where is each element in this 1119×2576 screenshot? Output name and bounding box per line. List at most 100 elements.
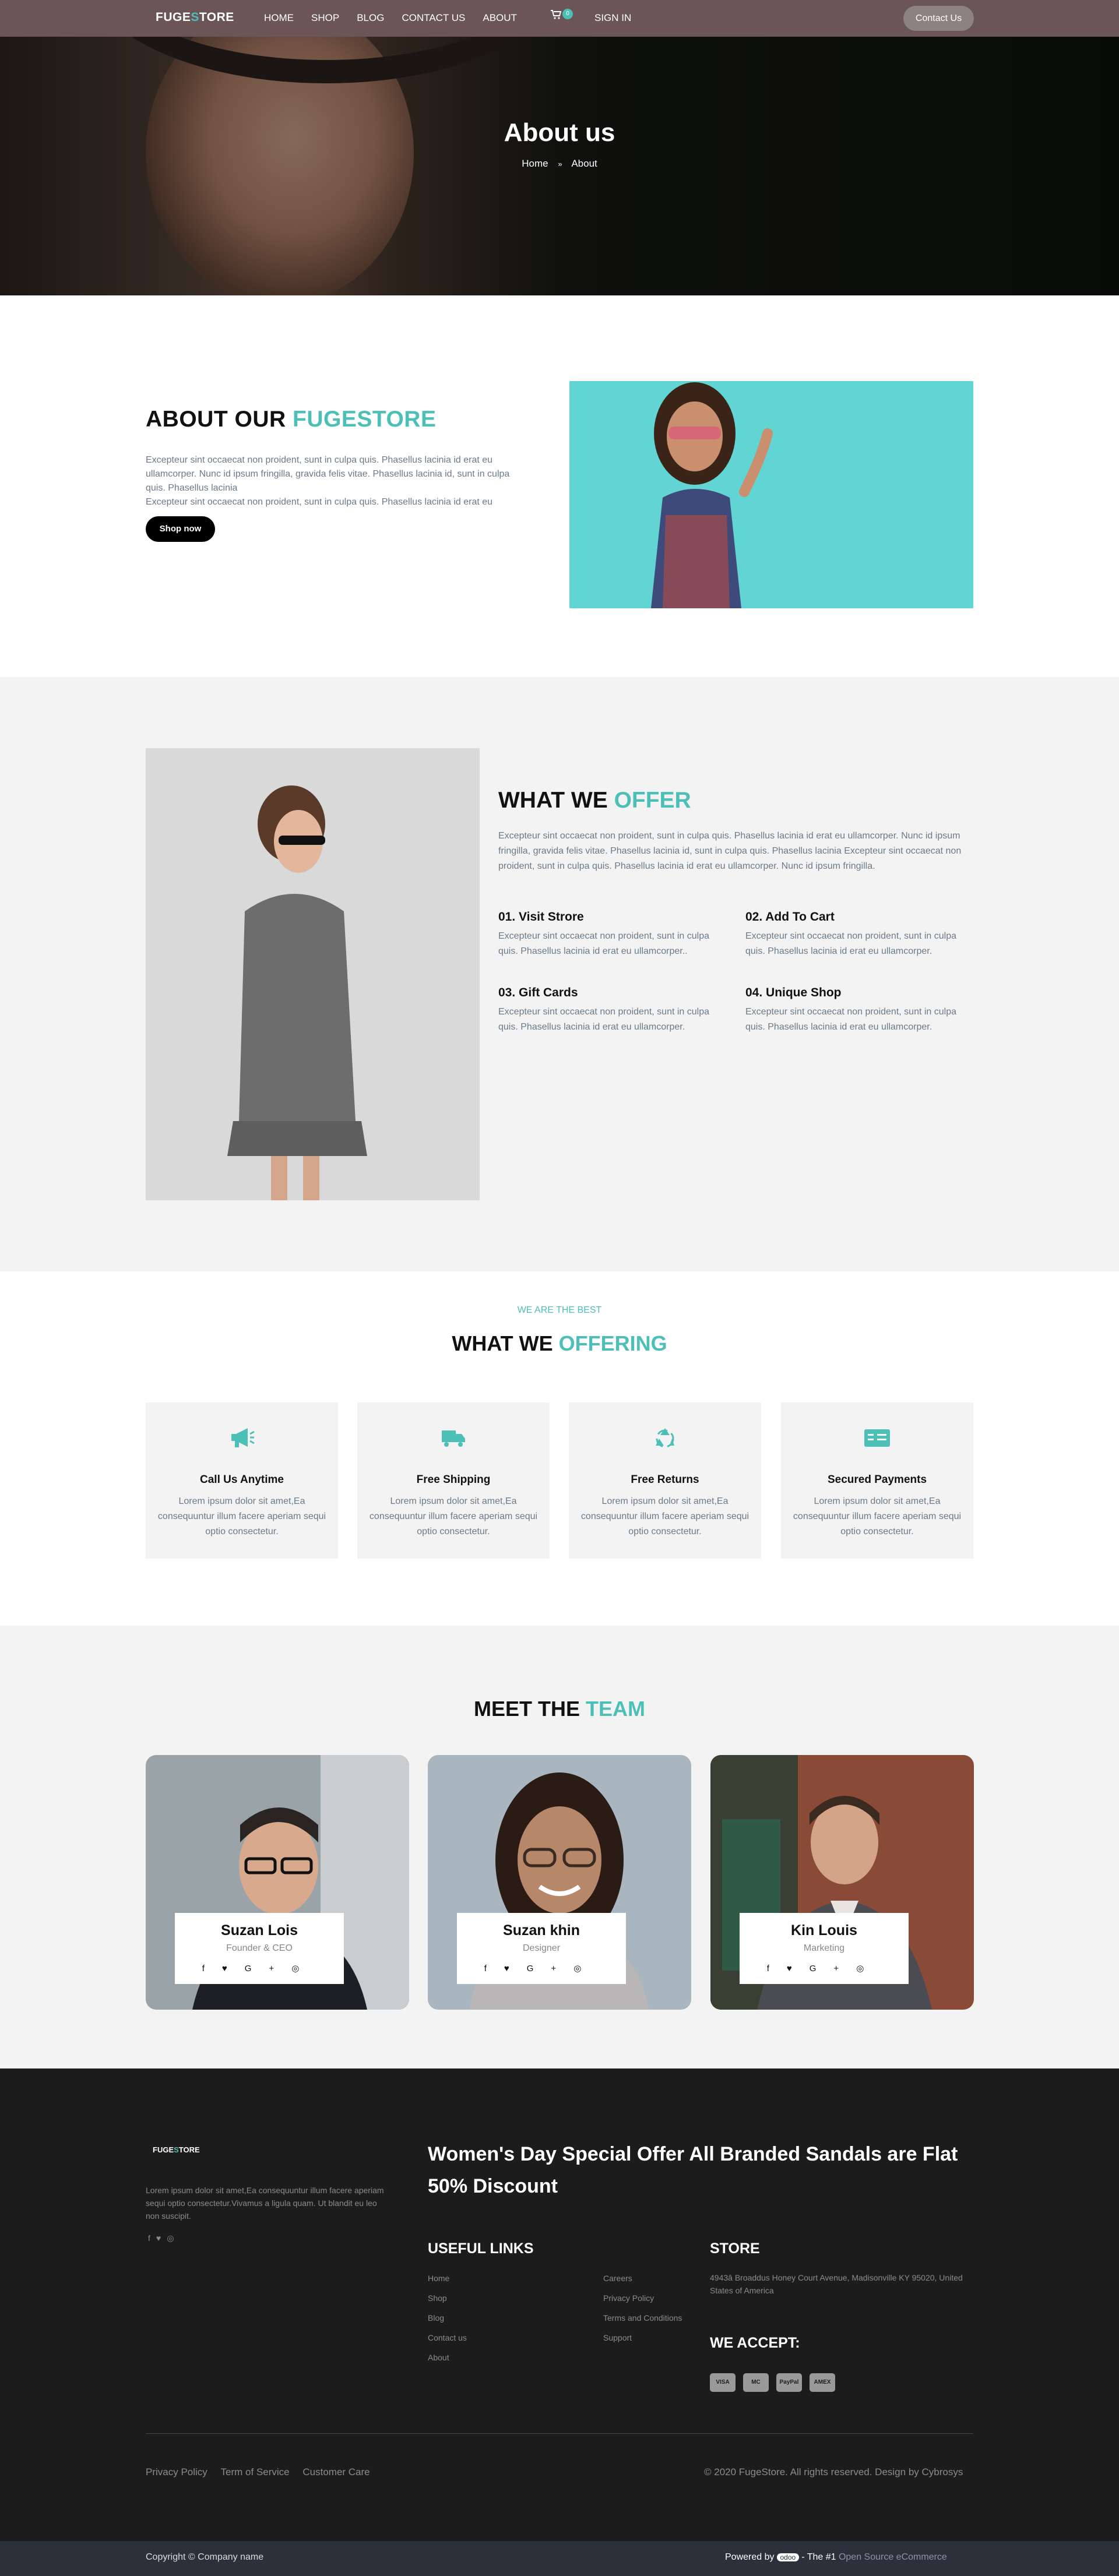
amex-icon: AMEX bbox=[810, 2373, 835, 2392]
team-member-card: Suzan khin Designer f♥G+◎ bbox=[428, 1755, 691, 2010]
powered-by: Powered by odoo - The #1 Open Source eComm… bbox=[725, 2552, 947, 2562]
about-title: ABOUT OUR FUGESTORE bbox=[146, 407, 437, 432]
team-member-social: f♥G+◎ bbox=[740, 1963, 909, 1974]
feature-visit-store: 01. Visit Strore Excepteur sint occaecat … bbox=[498, 910, 709, 956]
cart-count-badge: 0 bbox=[562, 9, 573, 19]
twitter-icon[interactable]: ♥ bbox=[222, 1964, 245, 1974]
breadcrumb-separator-icon: » bbox=[558, 160, 562, 168]
twitter-icon[interactable]: ♥ bbox=[787, 1964, 810, 1974]
facebook-icon[interactable]: f bbox=[767, 1964, 787, 1974]
service-card-shipping: Free Shipping Lorem ipsum dolor sit amet,… bbox=[357, 1402, 550, 1559]
truck-icon bbox=[357, 1426, 550, 1455]
footer-about-text: Lorem ipsum dolor sit amet,Ea consequunt… bbox=[146, 2186, 384, 2221]
footer-link-privacy[interactable]: Privacy Policy bbox=[603, 2288, 682, 2308]
about-image bbox=[569, 381, 973, 608]
team-member-social: f♥G+◎ bbox=[457, 1963, 626, 1974]
top-navbar: FUGESTORE HOME SHOP BLOG CONTACT US ABOU… bbox=[0, 0, 1119, 37]
paypal-icon: PayPal bbox=[776, 2373, 802, 2392]
open-source-ecommerce-link[interactable]: Open Source eCommerce bbox=[839, 2552, 947, 2562]
instagram-icon[interactable]: ◎ bbox=[291, 1964, 316, 1974]
team-member-name: Suzan khin bbox=[503, 1922, 580, 1939]
hero-banner: About us Home » About bbox=[0, 37, 1119, 295]
useful-links-title: USEFUL LINKS bbox=[428, 2240, 534, 2257]
offering-title: WHAT WE OFFERING bbox=[452, 1331, 667, 1355]
visa-icon: VISA bbox=[710, 2373, 736, 2392]
footer-link-blog[interactable]: Blog bbox=[428, 2308, 467, 2328]
sign-in-link[interactable]: SIGN IN bbox=[594, 12, 631, 24]
footer-link-support[interactable]: Support bbox=[603, 2328, 682, 2348]
offer-title: WHAT WE OFFER bbox=[498, 788, 691, 813]
term-of-service-link[interactable]: Term of Service bbox=[221, 2466, 290, 2478]
mastercard-icon: MC bbox=[743, 2373, 769, 2392]
accept-title: WE ACCEPT: bbox=[710, 2335, 800, 2351]
feature-gift-cards: 03. Gift Cards Excepteur sint occaecat no… bbox=[498, 986, 709, 1032]
instagram-icon[interactable]: ◎ bbox=[573, 1964, 599, 1974]
payment-card-icon bbox=[781, 1426, 973, 1455]
offer-image bbox=[146, 748, 480, 1200]
contact-us-button[interactable]: Contact Us bbox=[903, 6, 974, 31]
footer-link-contact[interactable]: Contact us bbox=[428, 2328, 467, 2348]
store-address: 4943â Broaddus Honey Court Avenue, Madis… bbox=[710, 2273, 963, 2295]
menu-contact-us[interactable]: CONTACT US bbox=[402, 12, 465, 24]
team-member-card: Suzan Lois Founder & CEO f♥G+◎ bbox=[146, 1755, 409, 2010]
customer-care-link[interactable]: Customer Care bbox=[302, 2466, 370, 2478]
twitter-icon[interactable]: ♥ bbox=[504, 1964, 527, 1974]
facebook-icon[interactable]: f bbox=[148, 2233, 156, 2243]
google-plus-icon[interactable]: G+ bbox=[527, 1964, 573, 1974]
facebook-icon[interactable]: f bbox=[484, 1964, 504, 1974]
team-member-card: Kin Louis Marketing f♥G+◎ bbox=[710, 1755, 974, 2010]
odoo-logo[interactable]: odoo bbox=[776, 2553, 800, 2561]
google-plus-icon[interactable]: G+ bbox=[810, 1964, 856, 1974]
main-menu: HOME SHOP BLOG CONTACT US ABOUT bbox=[264, 12, 534, 24]
footer-link-careers[interactable]: Careers bbox=[603, 2268, 682, 2288]
privacy-policy-link[interactable]: Privacy Policy bbox=[146, 2466, 207, 2478]
shop-now-button[interactable]: Shop now bbox=[146, 516, 215, 542]
team-member-social: f♥G+◎ bbox=[175, 1963, 344, 1974]
team-title: MEET THE TEAM bbox=[473, 1697, 645, 1721]
useful-links-col1: Home Shop Blog Contact us About bbox=[428, 2268, 467, 2367]
logo[interactable]: FUGESTORE bbox=[156, 10, 234, 24]
twitter-icon[interactable]: ♥ bbox=[156, 2233, 167, 2243]
footer-social: f♥◎ bbox=[148, 2233, 180, 2243]
instagram-icon[interactable]: ◎ bbox=[167, 2233, 180, 2243]
team-member-role: Marketing bbox=[803, 1943, 845, 1953]
service-card-call: Call Us Anytime Lorem ipsum dolor sit ame… bbox=[146, 1402, 338, 1559]
team-member-name: Kin Louis bbox=[791, 1922, 857, 1939]
cart-icon[interactable]: 0 bbox=[551, 9, 573, 22]
footer-link-home[interactable]: Home bbox=[428, 2268, 467, 2288]
footer-link-about[interactable]: About bbox=[428, 2348, 467, 2367]
breadcrumb-home[interactable]: Home bbox=[522, 158, 548, 169]
about-text: Excepteur sint occaecat non proident, su… bbox=[146, 455, 510, 507]
feature-add-to-cart: 02. Add To Cart Excepteur sint occaecat n… bbox=[745, 910, 956, 956]
menu-blog[interactable]: BLOG bbox=[357, 12, 384, 24]
service-card-returns: Free Returns Lorem ipsum dolor sit amet,E… bbox=[569, 1402, 761, 1559]
team-member-info: Suzan Lois Founder & CEO f♥G+◎ bbox=[175, 1913, 344, 1984]
instagram-icon[interactable]: ◎ bbox=[856, 1964, 881, 1974]
team-member-name: Suzan Lois bbox=[221, 1922, 298, 1939]
useful-links-col2: Careers Privacy Policy Terms and Conditi… bbox=[603, 2268, 682, 2348]
facebook-icon[interactable]: f bbox=[202, 1964, 222, 1974]
footer-logo[interactable]: FUGESTORE bbox=[153, 2145, 200, 2154]
copyright-text: Copyright © Company name bbox=[146, 2552, 264, 2562]
offering-kicker: WE ARE THE BEST bbox=[517, 1305, 602, 1315]
footer-divider bbox=[146, 2433, 973, 2434]
footer-promo: Women's Day Special Offer All Branded Sa… bbox=[428, 2143, 958, 2197]
menu-shop[interactable]: SHOP bbox=[311, 12, 339, 24]
footer-link-shop[interactable]: Shop bbox=[428, 2288, 467, 2308]
megaphone-icon bbox=[146, 1426, 338, 1455]
service-card-payments: Secured Payments Lorem ipsum dolor sit am… bbox=[781, 1402, 973, 1559]
offer-text: Excepteur sint occaecat non proident, su… bbox=[498, 831, 962, 871]
recycle-icon bbox=[569, 1426, 761, 1455]
team-member-role: Designer bbox=[522, 1943, 561, 1953]
breadcrumb-current: About bbox=[571, 158, 597, 169]
google-plus-icon[interactable]: G+ bbox=[245, 1964, 291, 1974]
team-member-role: Founder & CEO bbox=[226, 1943, 293, 1953]
feature-unique-shop: 04. Unique Shop Excepteur sint occaecat n… bbox=[745, 986, 956, 1032]
breadcrumb: Home » About bbox=[0, 158, 1119, 170]
footer-link-terms[interactable]: Terms and Conditions bbox=[603, 2308, 682, 2328]
page-title: About us bbox=[504, 118, 615, 147]
store-title: STORE bbox=[710, 2240, 760, 2257]
menu-about[interactable]: ABOUT bbox=[483, 12, 517, 24]
team-member-info: Kin Louis Marketing f♥G+◎ bbox=[740, 1913, 909, 1984]
menu-home[interactable]: HOME bbox=[264, 12, 294, 24]
